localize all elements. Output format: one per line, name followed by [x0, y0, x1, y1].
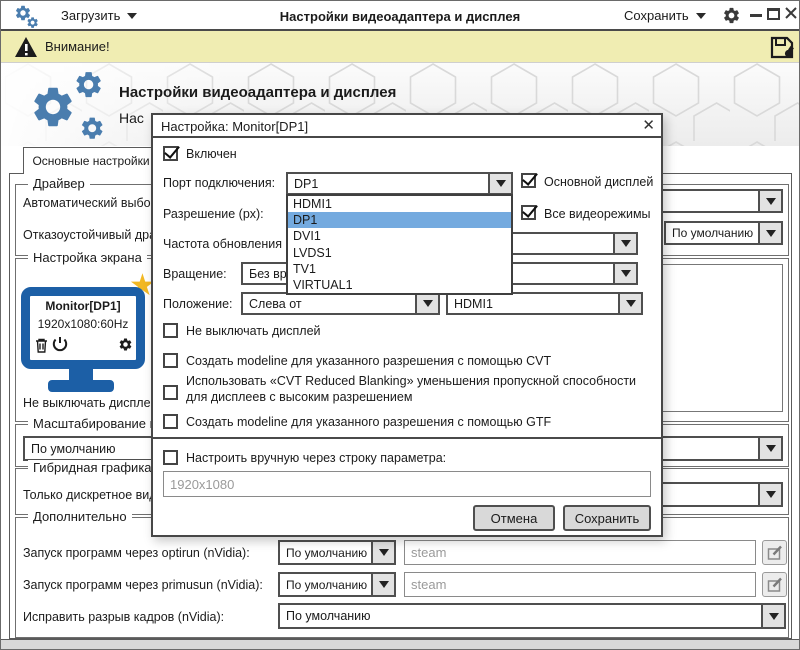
optirun-mode-select[interactable]: По умолчанию [278, 540, 396, 565]
all-modes-label: Все видеорежимы [544, 207, 651, 221]
hybrid-discrete-label: Только дискретное видео [23, 488, 171, 502]
port-option[interactable]: LVDS1 [288, 245, 511, 261]
optirun-edit-button[interactable] [762, 540, 787, 565]
gtf-checkbox[interactable] [163, 414, 178, 429]
dialog-close-icon[interactable]: ✕ [642, 117, 655, 135]
port-select[interactable]: DP1 [286, 172, 513, 195]
title-bar: Загрузить Настройки видеоадаптера и дисп… [1, 1, 799, 31]
close-window-button[interactable] [784, 6, 798, 20]
tab-label: Основные настройки [32, 154, 150, 168]
group-hybrid-legend: Гибридная графика [28, 460, 157, 475]
cancel-button[interactable]: Отмена [473, 505, 555, 531]
chevron-down-icon [378, 549, 389, 556]
dialog-separator [153, 437, 661, 439]
chevron-down-icon [765, 491, 776, 498]
chevron-down-icon [765, 197, 776, 205]
cvt-rb-label: Использовать «CVT Reduced Blanking» умен… [186, 374, 637, 404]
chevron-down-icon [495, 180, 506, 187]
dialog-title-bar: Настройка: Monitor[DP1] ✕ [153, 115, 661, 138]
warning-icon [14, 36, 38, 58]
position-label: Положение: [163, 297, 233, 311]
warning-text: Внимание! [45, 39, 110, 54]
primusrun-command-input[interactable] [404, 572, 756, 597]
position-target-select[interactable]: HDMI1 [446, 292, 643, 315]
monitor-settings-dialog: Настройка: Monitor[DP1] ✕ Включен Порт п… [151, 113, 663, 537]
primary-display-checkbox[interactable] [521, 173, 536, 188]
group-screen-legend: Настройка экрана [28, 250, 147, 265]
chevron-down-icon [625, 300, 636, 307]
primusrun-edit-button[interactable] [762, 572, 787, 597]
primusrun-label: Запуск программ через primusun (nVidia): [23, 578, 263, 592]
port-option[interactable]: VIRTUAL1 [288, 277, 511, 293]
port-option-selected[interactable]: DP1 [288, 212, 511, 229]
maximize-button[interactable] [767, 8, 780, 20]
chevron-down-icon [765, 229, 776, 237]
chevron-down-icon [620, 240, 631, 247]
app-logo-gears-icon [27, 69, 109, 143]
tearing-label: Исправить разрыв кадров (nVidia): [23, 610, 225, 624]
monitor-mode: 1920x1080:60Hz [37, 317, 129, 331]
keep-on-label: Не выключать дисплей [186, 324, 321, 338]
manual-label: Настроить вручную через строку параметра… [186, 451, 447, 465]
port-option[interactable]: TV1 [288, 261, 511, 277]
primusrun-mode-select[interactable]: По умолчанию [278, 572, 396, 597]
chevron-down-icon [695, 12, 706, 19]
chevron-down-icon [378, 581, 389, 588]
cvt-label: Создать modeline для указанного разрешен… [186, 354, 552, 368]
group-driver-legend: Драйвер [28, 176, 90, 191]
dialog-title: Настройка: Monitor[DP1] [161, 119, 309, 134]
chevron-down-icon [765, 445, 776, 452]
app-window: Загрузить Настройки видеоадаптера и дисп… [0, 0, 800, 650]
chevron-down-icon [422, 300, 433, 307]
position-select[interactable]: Слева от [241, 292, 440, 315]
minimize-button[interactable] [750, 14, 762, 17]
save-menu-label: Сохранить [624, 8, 689, 23]
tearing-select[interactable]: По умолчанию [278, 603, 786, 629]
gtf-label: Создать modeline для указанного разрешен… [186, 415, 552, 429]
status-bar [1, 639, 799, 649]
monitor-base [48, 380, 114, 392]
settings-gear-button[interactable] [722, 6, 741, 25]
primary-display-label: Основной дисплей [544, 175, 654, 189]
chevron-down-icon [620, 270, 631, 277]
screen-keep-on-label: Не выключать дисплей [23, 396, 158, 410]
manual-checkbox[interactable] [163, 450, 178, 465]
rotation-label: Вращение: [163, 267, 227, 281]
page-title: Настройки видеоадаптера и дисплея [119, 84, 397, 101]
warning-bar: Внимание! [1, 31, 799, 63]
cvt-checkbox[interactable] [163, 353, 178, 368]
optirun-command-input[interactable] [404, 540, 756, 565]
save-button[interactable]: Сохранить [563, 505, 651, 531]
power-icon[interactable] [52, 336, 68, 352]
optirun-label: Запуск программ через optirun (nVidia): [23, 546, 250, 560]
tab-main-settings[interactable]: Основные настройки [23, 147, 159, 174]
all-modes-checkbox[interactable] [521, 205, 536, 220]
resolution-label: Разрешение (px): [163, 207, 264, 221]
save-menu-button[interactable]: Сохранить [624, 8, 706, 23]
port-label: Порт подключения: [163, 176, 276, 190]
port-options-list: HDMI1 DP1 DVI1 LVDS1 TV1 VIRTUAL1 [286, 194, 513, 296]
page-subtitle: Нас [119, 110, 144, 126]
driver-auto-label: Автоматический выбор [23, 196, 158, 210]
keep-on-checkbox[interactable] [163, 323, 178, 338]
trash-icon[interactable] [35, 338, 48, 353]
driver-failsafe-select[interactable]: По умолчанию [664, 221, 783, 245]
chevron-down-icon [768, 612, 779, 620]
monitor-name: Monitor[DP1] [45, 299, 121, 313]
cvt-rb-checkbox[interactable] [163, 385, 178, 400]
enabled-checkbox[interactable] [163, 146, 178, 161]
enabled-label: Включен [186, 147, 237, 161]
port-option[interactable]: DVI1 [288, 228, 511, 244]
manual-mode-input[interactable] [163, 471, 651, 497]
port-option[interactable]: HDMI1 [288, 196, 511, 212]
save-file-icon[interactable] [769, 35, 795, 60]
group-advanced-legend: Дополнительно [28, 509, 132, 524]
monitor-gear-icon[interactable] [118, 337, 133, 352]
monitor-widget[interactable]: Monitor[DP1] 1920x1080:60Hz [21, 287, 145, 369]
